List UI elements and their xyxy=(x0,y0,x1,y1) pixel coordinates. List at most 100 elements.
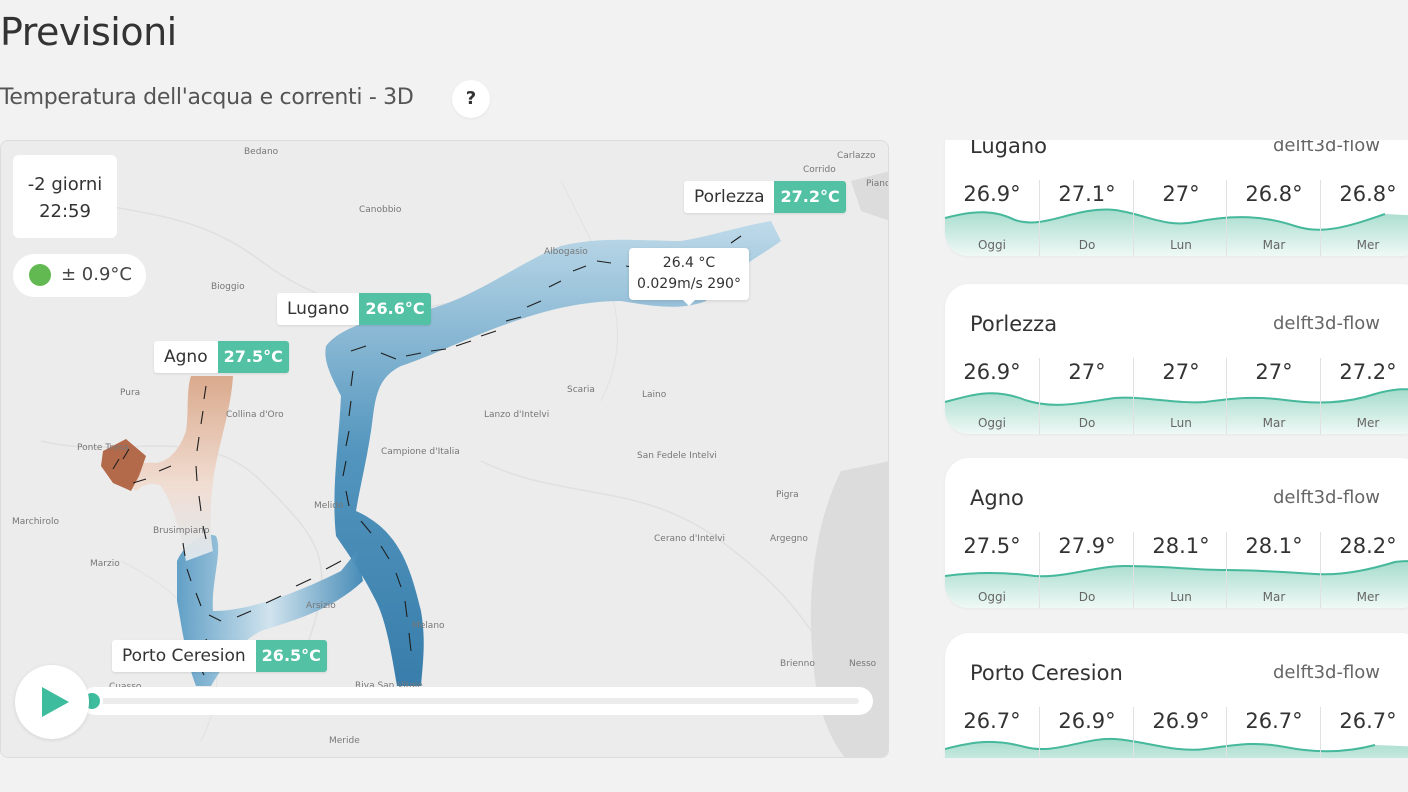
day-label: Oggi xyxy=(977,238,1006,252)
day-temperature: 27° xyxy=(1255,360,1293,384)
forecast-day: 27.5° Oggi xyxy=(945,532,1039,608)
day-temperature: 26.9° xyxy=(1058,709,1116,733)
forecast-list[interactable]: Lugano delft3d-flow 26.9° Oggi 27.1° Do 27° Lun… xyxy=(935,140,1408,758)
day-label: Do xyxy=(1078,238,1096,252)
accuracy-status-icon xyxy=(29,264,51,286)
help-button[interactable]: ? xyxy=(452,80,490,118)
forecast-day: 27° Lun xyxy=(1133,180,1227,256)
time-display: -2 giorni 22:59 xyxy=(13,155,117,238)
point-tooltip: 26.4 °C 0.029m/s 290° xyxy=(629,248,749,306)
marker-name: Lugano xyxy=(277,293,360,325)
forecast-day: 26.8° Mer xyxy=(1320,180,1408,256)
station-name: Porlezza xyxy=(970,312,1058,336)
day-temperature: 26.9° xyxy=(1152,709,1210,733)
place-label: Argegno xyxy=(770,534,808,544)
marker-name: Porlezza xyxy=(684,181,775,213)
place-label: Ponte Tresa xyxy=(77,443,129,453)
model-name: delft3d-flow xyxy=(1273,662,1381,683)
time-clock: 22:59 xyxy=(39,201,91,222)
day-label: Lun xyxy=(1170,238,1192,252)
lake-map[interactable]: Bedano Corrido Carlazzo Piano Canobbio B… xyxy=(0,140,889,758)
timeline-track[interactable] xyxy=(89,698,859,704)
marker-temp: 26.6°C xyxy=(359,293,431,325)
day-temperature: 26.9° xyxy=(963,182,1021,206)
place-label: Canobbio xyxy=(359,205,402,215)
day-temperature: 27.5° xyxy=(963,534,1021,558)
place-label: Carlazzo xyxy=(837,151,876,161)
forecast-day: 26.9° Oggi xyxy=(945,180,1039,256)
day-temperature: 28.2° xyxy=(1339,534,1397,558)
forecast-day: 27.9° Do xyxy=(1039,532,1133,608)
forecast-day: 27° Mar xyxy=(1226,358,1320,434)
tooltip-temperature: 26.4 °C xyxy=(662,255,716,271)
forecast-day: 26.7°Mar xyxy=(1226,707,1320,758)
place-label: Lanzo d'Intelvi xyxy=(484,410,550,420)
day-label: Lun xyxy=(1170,416,1192,430)
station-marker-lugano[interactable]: Lugano 26.6°C xyxy=(277,293,431,325)
place-label: Campione d'Italia xyxy=(381,447,460,457)
day-label: Oggi xyxy=(977,416,1006,430)
day-temperature: 26.8° xyxy=(1339,182,1397,206)
place-label: Bedano xyxy=(244,147,279,157)
forecast-card-porto-ceresion[interactable]: Porto Ceresiondelft3d-flow26.7°Oggi26.9°… xyxy=(945,633,1408,758)
place-label: Arsizio xyxy=(306,601,336,611)
day-label: Mar xyxy=(1262,590,1286,604)
station-name: Porto Ceresion xyxy=(970,661,1123,685)
place-label: Laino xyxy=(642,390,667,400)
station-name: Agno xyxy=(970,486,1024,510)
day-temperature: 28.1° xyxy=(1245,534,1303,558)
place-label: Scaria xyxy=(567,385,595,395)
day-temperature: 27° xyxy=(1068,360,1106,384)
place-label: Albogasio xyxy=(544,247,588,257)
marker-temp: 27.2°C xyxy=(774,181,846,213)
play-icon xyxy=(42,687,69,717)
day-label: Do xyxy=(1078,590,1096,604)
day-label: Mer xyxy=(1356,590,1380,604)
forecast-card-porlezza[interactable]: Porlezza delft3d-flow 26.9° Oggi 27° Do 27° Lun… xyxy=(945,284,1408,434)
day-temperature: 27.1° xyxy=(1058,182,1116,206)
forecast-day: 27° Lun xyxy=(1133,358,1227,434)
place-label: Corrido xyxy=(803,165,836,175)
timeline-slider[interactable] xyxy=(81,687,873,715)
place-label: Marzio xyxy=(90,559,120,569)
forecast-card-lugano[interactable]: Lugano delft3d-flow 26.9° Oggi 27.1° Do 27° Lun… xyxy=(945,140,1408,256)
place-label: Pura xyxy=(120,388,141,398)
forecast-day: 26.9° Oggi xyxy=(945,358,1039,434)
day-temperature: 26.7° xyxy=(1339,709,1397,733)
forecast-day: 26.9°Do xyxy=(1039,707,1133,758)
forecast-day: 26.7°Mer xyxy=(1320,707,1408,758)
day-temperature: 27.2° xyxy=(1339,360,1397,384)
place-label: Melide xyxy=(314,501,344,511)
day-label: Mar xyxy=(1262,416,1286,430)
day-label: Mar xyxy=(1262,238,1286,252)
place-label: Brusimpiano xyxy=(153,526,210,536)
forecast-day: 28.2° Mer xyxy=(1320,532,1408,608)
station-marker-porlezza[interactable]: Porlezza 27.2°C xyxy=(684,181,846,213)
place-label: Cerano d'Intelvi xyxy=(654,534,726,544)
day-temperature: 26.9° xyxy=(963,360,1021,384)
play-button[interactable] xyxy=(15,665,89,739)
model-name: delft3d-flow xyxy=(1273,140,1381,156)
forecast-card-agno[interactable]: Agno delft3d-flow 27.5° Oggi 27.9° Do 28.1° Lun… xyxy=(945,458,1408,608)
place-label: Melano xyxy=(412,621,445,631)
tooltip-current: 0.029m/s 290° xyxy=(637,276,741,292)
station-marker-agno[interactable]: Agno 27.5°C xyxy=(154,341,289,373)
forecast-day: 26.9°Lun xyxy=(1133,707,1227,758)
station-name: Lugano xyxy=(970,140,1047,158)
day-temperature: 26.7° xyxy=(1245,709,1303,733)
time-offset: -2 giorni xyxy=(27,174,103,195)
forecast-day: 26.7°Oggi xyxy=(945,707,1039,758)
place-label: Nesso xyxy=(849,659,877,669)
marker-name: Porto Ceresion xyxy=(112,640,256,672)
day-label: Lun xyxy=(1170,590,1192,604)
page-title: Previsioni xyxy=(0,10,177,54)
day-temperature: 27° xyxy=(1162,182,1200,206)
marker-temp: 26.5°C xyxy=(255,640,327,672)
place-label: Pigra xyxy=(776,490,799,500)
forecast-day: 28.1° Lun xyxy=(1133,532,1227,608)
day-label: Mer xyxy=(1356,416,1380,430)
place-label: Bioggio xyxy=(211,282,245,292)
station-marker-porto-ceresion[interactable]: Porto Ceresion 26.5°C xyxy=(112,640,327,672)
day-temperature: 28.1° xyxy=(1152,534,1210,558)
day-label: Mer xyxy=(1356,238,1380,252)
